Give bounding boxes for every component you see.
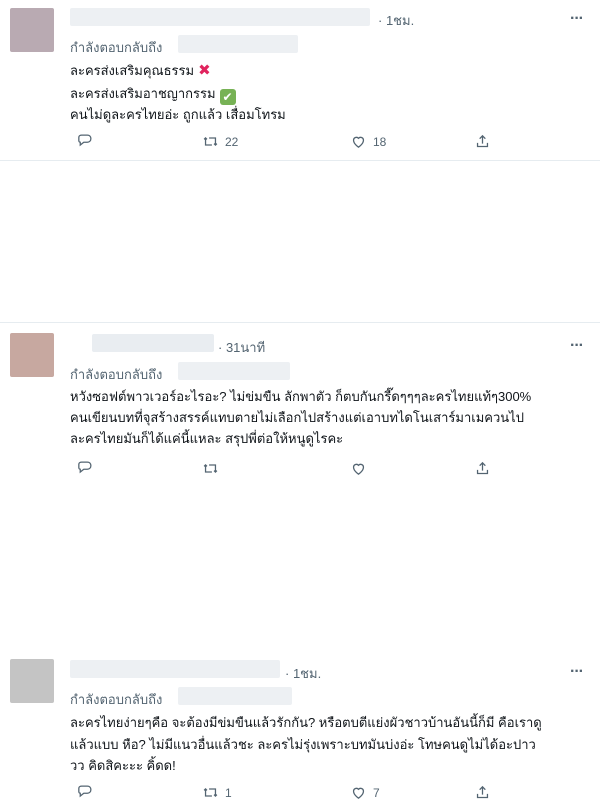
timestamp[interactable]: · 1ชม. <box>378 10 414 31</box>
retweet-icon <box>203 137 218 146</box>
more-options-icon[interactable]: ··· <box>570 663 584 681</box>
redacted-username <box>70 8 370 26</box>
tweet-text-line: ละครไทยง่ายๆคือ จะต้องมีข่มขืนแล้วรักกัน… <box>70 712 542 733</box>
timestamp-text: 1ชม. <box>292 666 322 681</box>
avatar[interactable] <box>10 8 54 52</box>
redacted-mention <box>178 35 298 53</box>
like-button[interactable]: 18 <box>350 133 386 150</box>
like-count: 18 <box>373 134 387 149</box>
tweet-2[interactable]: · 31นาที ··· กำลังตอบกลับถึง หวังซอฟต์พา… <box>0 161 600 475</box>
retweet-button[interactable]: 22 <box>202 133 238 150</box>
replying-to-text: กำลังตอบกลับถึง <box>70 40 163 55</box>
tweet-text-line: ละครส่งเสริมคุณธรรม ✖ <box>70 60 211 81</box>
reply-button[interactable] <box>76 784 93 801</box>
replying-to-label: กำลังตอบกลับถึง <box>70 37 162 58</box>
redacted-username <box>70 660 280 678</box>
tweet-text-line: คนไม่ดูละครไทยอ่ะ ถูกแล้ว เสื่อมโทรม <box>70 104 286 125</box>
line-text: คนไม่ดูละครไทยอ่ะ ถูกแล้ว เสื่อมโทรม <box>70 107 286 122</box>
tweet-text-line: ละครส่งเสริมอาชญากรรม ✔ <box>70 83 236 105</box>
replying-to-label: กำลังตอบกลับถึง <box>70 689 162 710</box>
reply-icon <box>78 134 92 147</box>
retweet-icon <box>203 788 218 797</box>
tweet-text-line: แล้วแบบ หือ? ไม่มีแนวอื่นแล้วชะ ละครไม่ร… <box>70 734 536 755</box>
cross-mark-icon: ✖ <box>198 62 211 79</box>
timestamp[interactable]: · 1ชม. <box>285 663 321 684</box>
tweet-3[interactable]: · 1ชม. ··· กำลังตอบกลับถึง ละครไทยง่ายๆค… <box>0 323 600 800</box>
like-count: 7 <box>373 785 380 800</box>
like-button[interactable]: 7 <box>350 784 380 801</box>
more-options-icon[interactable]: ··· <box>570 10 584 28</box>
share-icon <box>476 785 489 799</box>
line-text: แล้วแบบ หือ? ไม่มีแนวอื่นแล้วชะ ละครไม่ร… <box>70 737 536 752</box>
avatar[interactable] <box>10 659 54 703</box>
like-icon <box>352 136 365 148</box>
share-button[interactable] <box>474 133 491 150</box>
retweet-count: 22 <box>225 134 239 149</box>
retweet-count: 1 <box>225 785 232 800</box>
line-text: ละครส่งเสริมอาชญากรรม <box>70 86 216 101</box>
line-text: วว คิดสิคะะะ คิ้ดด! <box>70 758 176 773</box>
share-button[interactable] <box>474 784 491 801</box>
line-text: ละครไทยง่ายๆคือ จะต้องมีข่มขืนแล้วรักกัน… <box>70 715 542 730</box>
timestamp-text: 1ชม. <box>385 13 415 28</box>
tweet-1[interactable]: · 1ชม. ··· กำลังตอบกลับถึง ละครส่งเสริมค… <box>0 0 600 161</box>
tweet-text-line: วว คิดสิคะะะ คิ้ดด! <box>70 755 176 776</box>
reply-button[interactable] <box>76 133 93 150</box>
line-text: ละครส่งเสริมคุณธรรม <box>70 63 195 78</box>
share-icon <box>476 134 489 148</box>
like-icon <box>352 787 365 799</box>
replying-to-text: กำลังตอบกลับถึง <box>70 692 163 707</box>
check-mark-icon: ✔ <box>219 89 236 105</box>
retweet-button[interactable]: 1 <box>202 784 232 801</box>
redacted-mention <box>178 687 292 705</box>
reply-icon <box>78 785 92 798</box>
